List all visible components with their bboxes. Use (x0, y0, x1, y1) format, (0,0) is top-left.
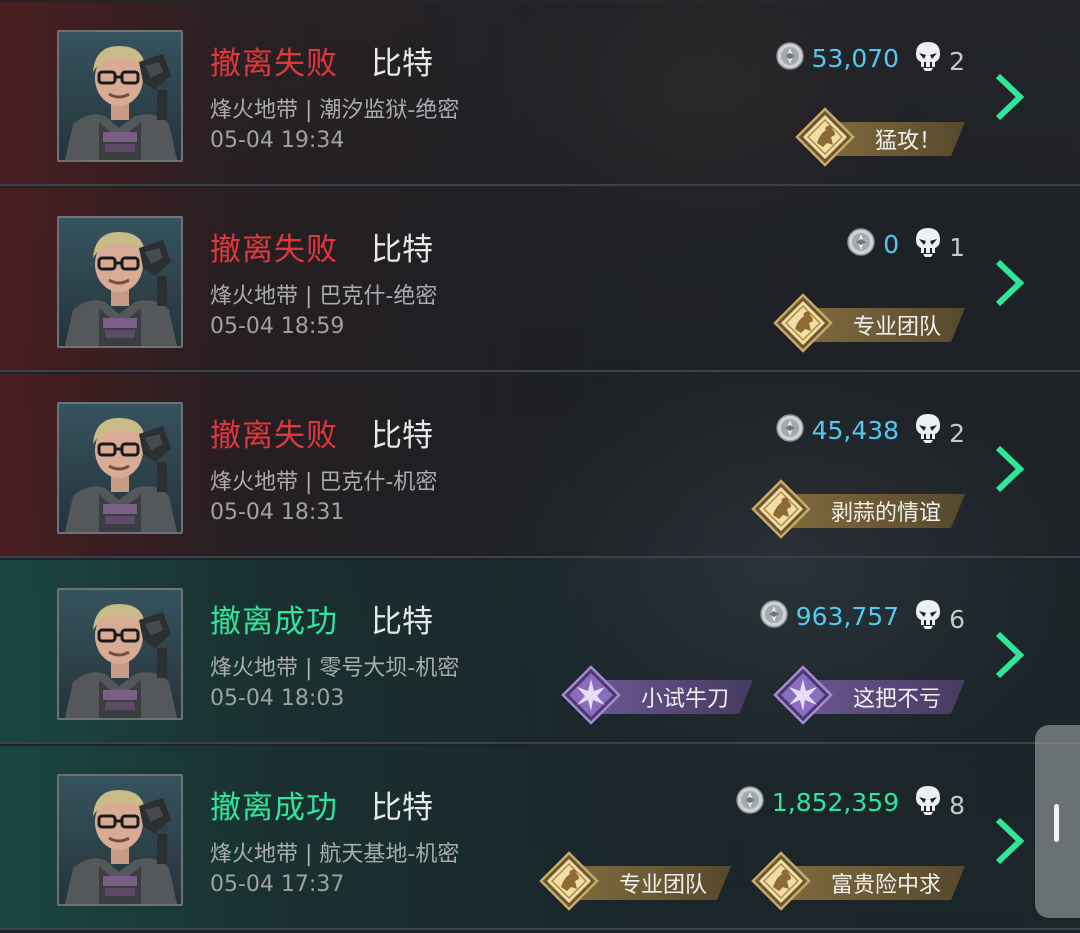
badge: 这把不亏 (773, 665, 965, 725)
skull-icon (915, 412, 949, 448)
scrollbar-grip[interactable] (1054, 804, 1059, 842)
stats: 1,852,359 8 (736, 784, 965, 820)
match-time: 05-04 18:03 (210, 686, 345, 711)
silver-coin-icon (775, 42, 812, 74)
gold-runner-icon (539, 851, 599, 915)
silver-coin-icon (759, 600, 796, 632)
match-record-row[interactable]: 撤离成功 比特 烽火地带 | 零号大坝-机密 05-04 18:03 963,7… (0, 560, 1080, 744)
money-value: 0 (883, 229, 900, 259)
silver-coin-icon (775, 414, 812, 446)
gold-runner-icon (751, 851, 811, 915)
match-record-row[interactable]: 撤离失败 比特 烽火地带 | 巴克什-机密 05-04 18:31 45,438… (0, 374, 1080, 558)
player-name: 比特 (371, 46, 433, 82)
match-record-row[interactable]: 撤离失败 比特 烽火地带 | 潮汐监狱-绝密 05-04 19:34 53,07… (0, 2, 1080, 186)
gold-runner-icon (751, 479, 811, 543)
result-label: 撤离失败 (210, 418, 338, 454)
money-value: 53,070 (811, 43, 900, 73)
match-time: 05-04 19:34 (210, 128, 345, 153)
match-record-row[interactable]: 撤离失败 比特 烽火地带 | 巴克什-绝密 05-04 18:59 0 1 专业… (0, 188, 1080, 372)
result-label: 撤离失败 (210, 232, 338, 268)
purple-burst-icon (773, 665, 833, 729)
stats: 45,438 2 (775, 412, 965, 448)
badge: 专业团队 (539, 851, 731, 911)
gold-runner-icon (795, 107, 855, 171)
badge-list: 猛攻！ (795, 107, 965, 167)
purple-burst-icon (561, 665, 621, 729)
money-value: 963,757 (795, 601, 900, 631)
skull-icon (915, 40, 949, 76)
map-location: 烽火地带 | 潮汐监狱-绝密 (210, 98, 460, 123)
badge: 剥蒜的情谊 (751, 479, 965, 539)
badge: 专业团队 (773, 293, 965, 353)
badge: 小试牛刀 (561, 665, 753, 725)
stats: 0 1 (847, 226, 965, 262)
skull-icon (915, 226, 949, 262)
money-value: 45,438 (811, 415, 900, 445)
map-location: 烽火地带 | 巴克什-机密 (210, 470, 438, 495)
result-label: 撤离成功 (210, 604, 338, 640)
badge-list: 剥蒜的情谊 (751, 479, 965, 539)
badge-list: 小试牛刀 这把不亏 (561, 665, 965, 725)
player-name: 比特 (371, 232, 433, 268)
badge-list: 专业团队 (773, 293, 965, 353)
avatar (57, 588, 183, 720)
kill-count: 6 (949, 604, 965, 634)
match-time: 05-04 18:59 (210, 314, 345, 339)
match-time: 05-04 17:37 (210, 872, 345, 897)
map-location: 烽火地带 | 航天基地-机密 (210, 842, 460, 867)
avatar (57, 30, 183, 162)
map-location: 烽火地带 | 巴克什-绝密 (210, 284, 438, 309)
badge: 富贵险中求 (751, 851, 965, 911)
result-label: 撤离失败 (210, 46, 338, 82)
kill-count: 2 (949, 418, 965, 448)
gold-runner-icon (773, 293, 833, 357)
badge: 猛攻！ (795, 107, 965, 167)
money-value: 1,852,359 (771, 787, 900, 817)
badge-label: 剥蒜的情谊 (785, 494, 965, 528)
avatar (57, 402, 183, 534)
map-location: 烽火地带 | 零号大坝-机密 (210, 656, 460, 681)
player-name: 比特 (371, 418, 433, 454)
silver-coin-icon (847, 228, 883, 260)
badge-list: 专业团队 富贵险中求 (539, 851, 965, 911)
stats: 53,070 2 (775, 40, 965, 76)
skull-icon (915, 598, 949, 634)
skull-icon (915, 784, 949, 820)
match-time: 05-04 18:31 (210, 500, 345, 525)
avatar (57, 216, 183, 348)
kill-count: 1 (949, 232, 965, 262)
stats: 963,757 6 (759, 598, 965, 634)
badge-label: 富贵险中求 (785, 866, 965, 900)
avatar (57, 774, 183, 906)
kill-count: 2 (949, 46, 965, 76)
result-label: 撤离成功 (210, 790, 338, 826)
match-record-row[interactable]: 撤离成功 比特 烽火地带 | 航天基地-机密 05-04 17:37 1,852… (0, 746, 1080, 930)
silver-coin-icon (736, 786, 772, 818)
kill-count: 8 (949, 790, 965, 820)
player-name: 比特 (371, 604, 433, 640)
player-name: 比特 (371, 790, 433, 826)
